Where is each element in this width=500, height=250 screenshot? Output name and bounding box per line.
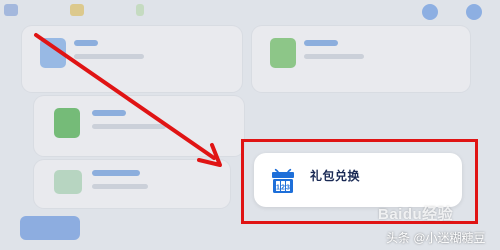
- author-watermark: 头条 @小迷糊糖豆: [386, 231, 486, 245]
- baidu-watermark: Baidu经验: [378, 206, 454, 223]
